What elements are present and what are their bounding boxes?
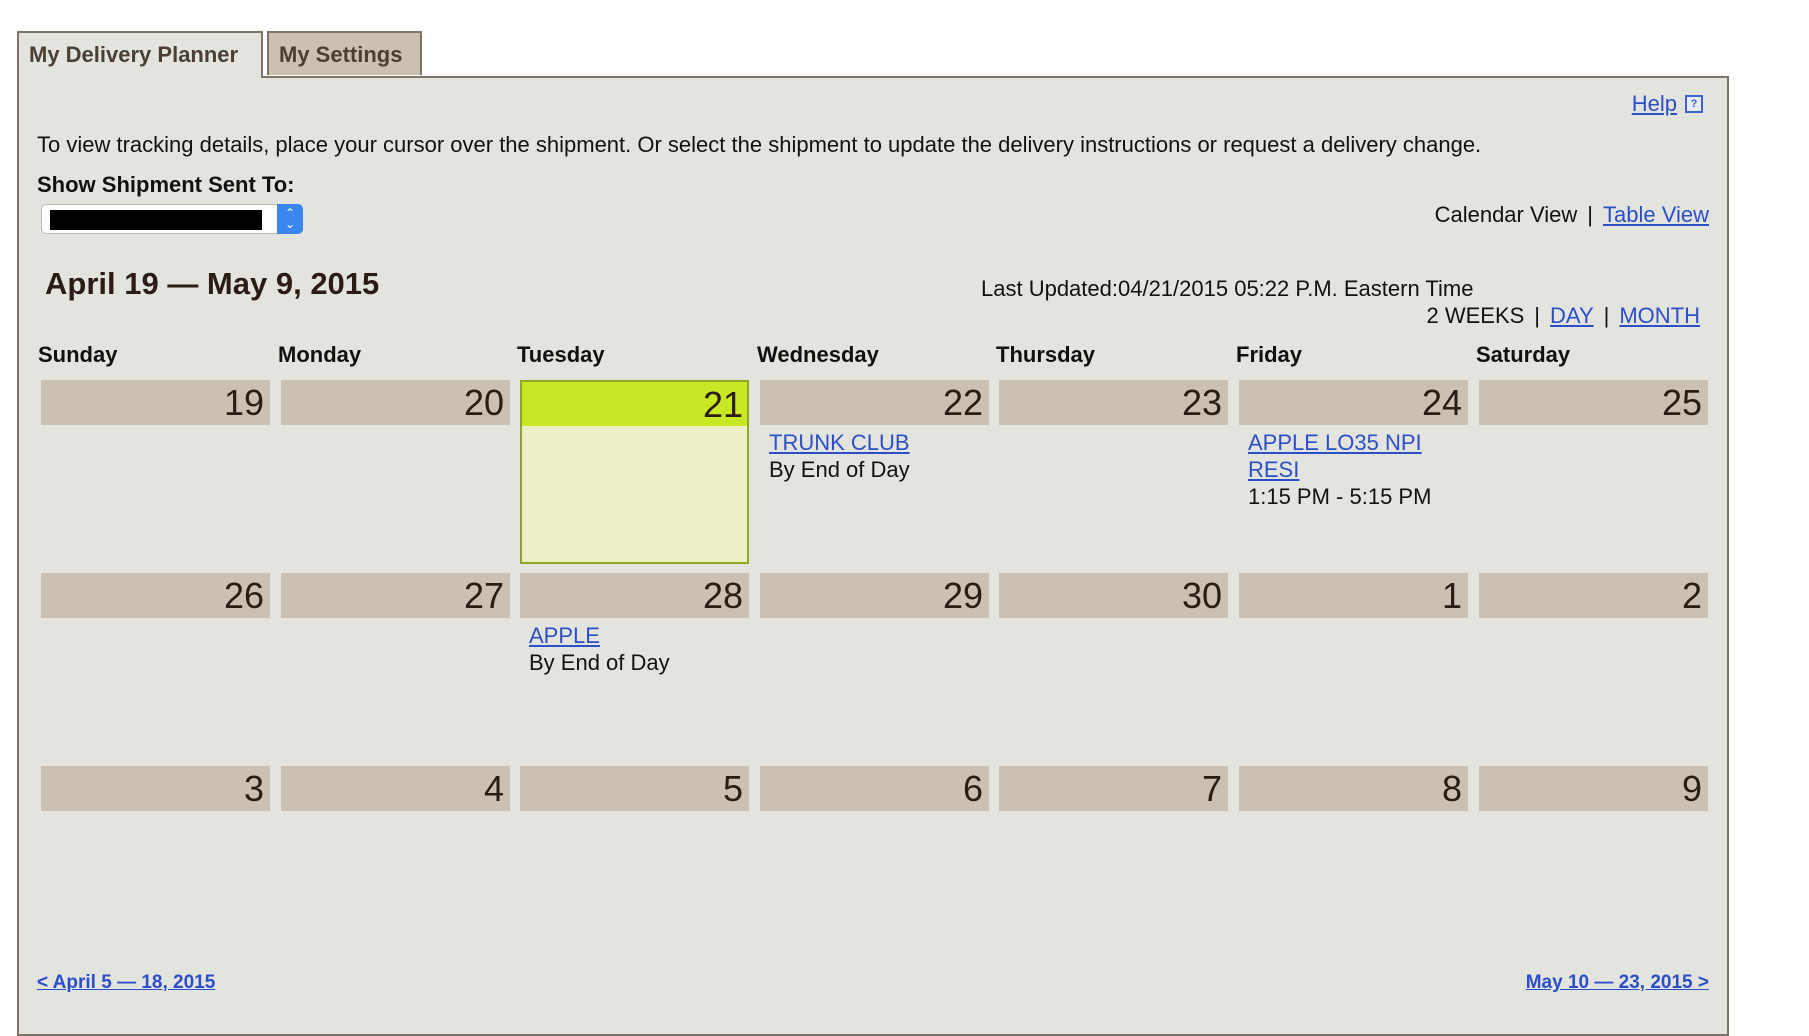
- calendar-day[interactable]: 7: [999, 766, 1228, 950]
- day-number: 29: [760, 573, 989, 618]
- calendar-day[interactable]: 5: [520, 766, 749, 950]
- instructions-text: To view tracking details, place your cur…: [37, 132, 1482, 157]
- calendar-day[interactable]: 9: [1479, 766, 1708, 950]
- day-number: 27: [281, 573, 510, 618]
- next-period-link[interactable]: May 10 — 23, 2015 >: [1526, 972, 1709, 994]
- calendar-day[interactable]: 8: [1239, 766, 1468, 950]
- delivery-planner-panel: Help ? To view tracking details, place y…: [17, 76, 1729, 1036]
- shipment-recipient-select[interactable]: ⌃ ⌄: [41, 204, 303, 234]
- separator: |: [1603, 303, 1610, 328]
- help-icon[interactable]: ?: [1685, 95, 1703, 113]
- day-number: 24: [1239, 380, 1468, 425]
- select-stepper-icon[interactable]: ⌃ ⌄: [277, 204, 303, 234]
- day-number: 2: [1479, 573, 1708, 618]
- day-number: 23: [999, 380, 1228, 425]
- weekday-header: Friday: [1236, 342, 1303, 367]
- calendar-day[interactable]: 30: [999, 573, 1228, 757]
- calendar-day[interactable]: 4: [281, 766, 510, 950]
- day-number: 8: [1239, 766, 1468, 811]
- help-link[interactable]: Help: [1632, 91, 1677, 117]
- day-number: 22: [760, 380, 989, 425]
- day-number: 21: [522, 382, 747, 426]
- shipment-filter-label: Show Shipment Sent To:: [37, 172, 295, 197]
- shipment-link[interactable]: TRUNK CLUB: [769, 430, 910, 455]
- weekday-header: Tuesday: [517, 342, 605, 367]
- help-link-group[interactable]: Help ?: [1632, 91, 1703, 117]
- calendar-day[interactable]: 27: [281, 573, 510, 757]
- day-number: 20: [281, 380, 510, 425]
- redacted-value: [50, 210, 262, 230]
- calendar-view-label: Calendar View: [1434, 202, 1578, 227]
- day-number: 7: [999, 766, 1228, 811]
- day-number: 3: [41, 766, 270, 811]
- weekday-header: Sunday: [38, 342, 118, 367]
- last-updated-text: Last Updated:04/21/2015 05:22 P.M. Easte…: [981, 276, 1474, 301]
- tab-my-delivery-planner[interactable]: My Delivery Planner: [17, 31, 263, 78]
- day-number: 26: [41, 573, 270, 618]
- weekday-header: Thursday: [996, 342, 1096, 367]
- calendar-day[interactable]: 28 APPLE By End of Day: [520, 573, 749, 757]
- calendar-day[interactable]: 3: [41, 766, 270, 950]
- day-number: 30: [999, 573, 1228, 618]
- view-switch: Calendar View | Table View: [1435, 202, 1709, 228]
- calendar-day[interactable]: 23: [999, 380, 1228, 564]
- two-weeks-label: 2 WEEKS: [1426, 303, 1525, 328]
- calendar-day[interactable]: 6: [760, 766, 989, 950]
- weekday-header: Saturday: [1476, 342, 1571, 367]
- date-range-title: April 19 — May 9, 2015: [45, 266, 380, 301]
- day-number: 19: [41, 380, 270, 425]
- day-number: 1: [1239, 573, 1468, 618]
- separator: |: [1587, 202, 1593, 227]
- calendar-day[interactable]: 20: [281, 380, 510, 564]
- weekday-header: Wednesday: [757, 342, 879, 367]
- calendar-day[interactable]: 24 APPLE LO35 NPI RESI 1:15 PM - 5:15 PM: [1239, 380, 1468, 564]
- delivery-window: By End of Day: [769, 457, 910, 482]
- calendar-day[interactable]: 29: [760, 573, 989, 757]
- calendar-day[interactable]: 25: [1479, 380, 1708, 564]
- month-view-link[interactable]: MONTH: [1619, 303, 1700, 328]
- calendar-day[interactable]: 1: [1239, 573, 1468, 757]
- day-number: 28: [520, 573, 749, 618]
- tab-my-settings[interactable]: My Settings: [267, 31, 422, 75]
- day-number: 5: [520, 766, 749, 811]
- day-number: 6: [760, 766, 989, 811]
- separator: |: [1534, 303, 1541, 328]
- delivery-window: By End of Day: [529, 650, 670, 675]
- day-number: 4: [281, 766, 510, 811]
- calendar-day[interactable]: 22 TRUNK CLUB By End of Day: [760, 380, 989, 564]
- day-view-link[interactable]: DAY: [1550, 303, 1594, 328]
- day-number: 9: [1479, 766, 1708, 811]
- calendar-day-today[interactable]: 21: [520, 380, 749, 564]
- delivery-window: 1:15 PM - 5:15 PM: [1248, 484, 1432, 509]
- shipment-entry: APPLE LO35 NPI RESI 1:15 PM - 5:15 PM: [1248, 429, 1458, 510]
- shipment-entry: TRUNK CLUB By End of Day: [769, 429, 979, 483]
- previous-period-link[interactable]: < April 5 — 18, 2015: [37, 972, 215, 994]
- weekday-header: Monday: [278, 342, 362, 367]
- table-view-link[interactable]: Table View: [1603, 202, 1709, 227]
- calendar-day[interactable]: 19: [41, 380, 270, 564]
- calendar-day[interactable]: 26: [41, 573, 270, 757]
- period-switch: 2 WEEKS | DAY | MONTH: [1426, 303, 1700, 329]
- shipment-entry: APPLE By End of Day: [529, 622, 739, 676]
- day-number: 25: [1479, 380, 1708, 425]
- shipment-link[interactable]: APPLE LO35 NPI RESI: [1248, 430, 1422, 482]
- calendar-day[interactable]: 2: [1479, 573, 1708, 757]
- shipment-link[interactable]: APPLE: [529, 623, 600, 648]
